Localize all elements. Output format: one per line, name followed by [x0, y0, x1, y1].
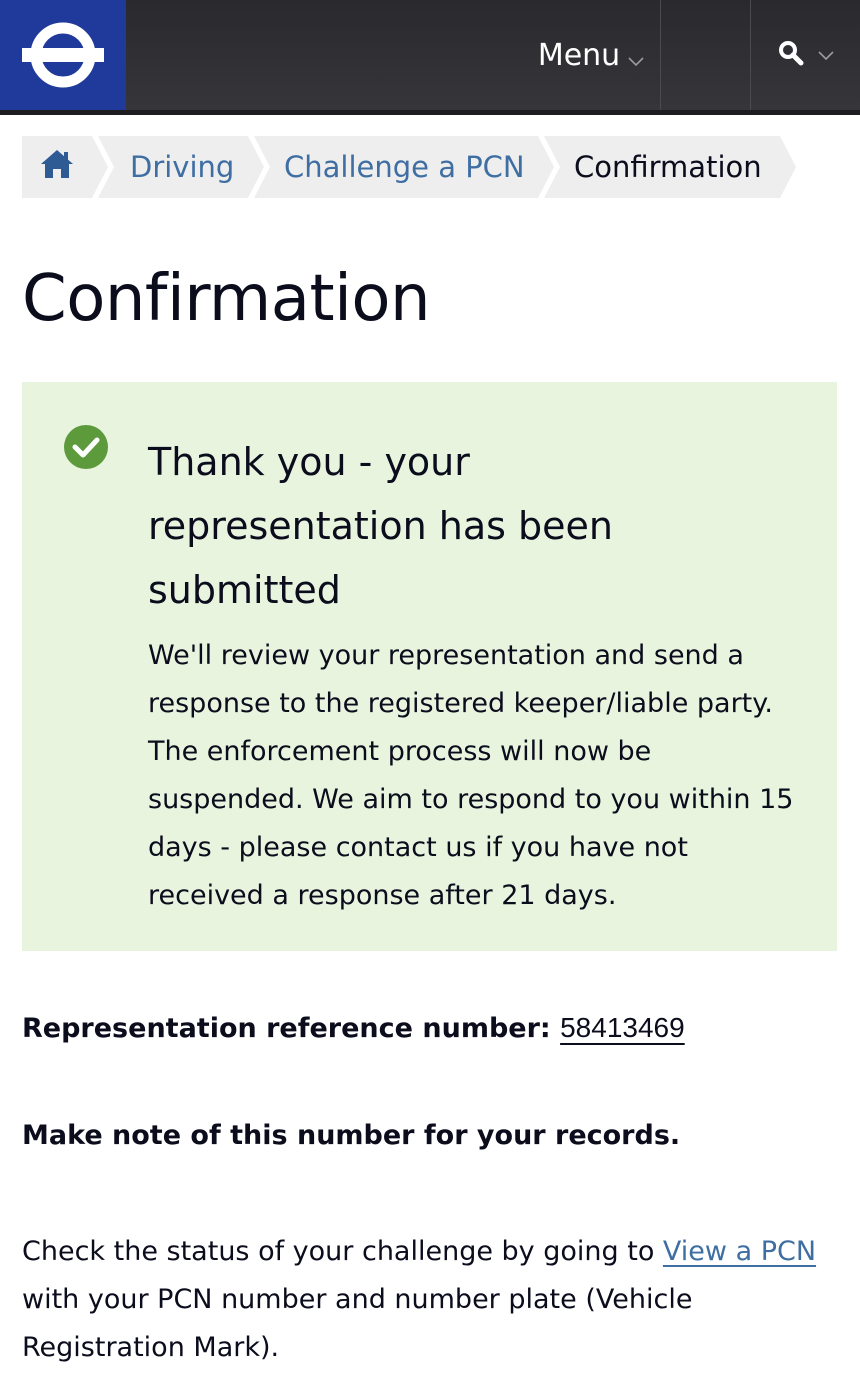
reference-label: Representation reference number:	[22, 1013, 551, 1044]
breadcrumb-link[interactable]: Challenge a PCN	[284, 150, 525, 184]
menu-label: Menu	[537, 37, 621, 73]
page-title: Confirmation	[22, 262, 431, 336]
roundel-logo[interactable]	[0, 0, 126, 110]
breadcrumb-link[interactable]: Driving	[130, 150, 234, 184]
status-suffix: with your PCN number and number plate (V…	[22, 1284, 693, 1363]
chevron-down-icon	[628, 40, 644, 75]
header-divider	[660, 0, 661, 110]
site-header: Menu	[0, 0, 860, 115]
status-instructions: Check the status of your challenge by go…	[22, 1228, 837, 1372]
check-circle-icon	[64, 425, 108, 469]
success-title: Thank you - your representation has been…	[148, 440, 613, 612]
status-prefix: Check the status of your challenge by go…	[22, 1236, 663, 1267]
records-note: Make note of this number for your record…	[22, 1120, 681, 1151]
breadcrumb-current-label: Confirmation	[574, 150, 762, 184]
breadcrumb-item-current: Confirmation	[544, 136, 796, 198]
view-pcn-link[interactable]: View a PCN	[663, 1236, 816, 1267]
success-message: We'll review your representation and sen…	[148, 640, 794, 911]
breadcrumb-item-challenge-pcn[interactable]: Challenge a PCN	[254, 136, 554, 198]
breadcrumb-home[interactable]	[22, 136, 108, 198]
reference-number: 58413469	[560, 1012, 685, 1043]
home-icon	[39, 148, 75, 187]
search-icon	[778, 40, 804, 70]
reference-line: Representation reference number: 5841346…	[22, 1012, 685, 1044]
chevron-down-icon	[817, 46, 834, 65]
menu-button[interactable]: Menu	[522, 0, 660, 110]
breadcrumb: Driving Challenge a PCN Confirmation	[22, 136, 796, 198]
success-panel: Thank you - your representation has been…	[22, 382, 837, 951]
breadcrumb-item-driving[interactable]: Driving	[98, 136, 264, 198]
search-button[interactable]	[751, 0, 860, 110]
